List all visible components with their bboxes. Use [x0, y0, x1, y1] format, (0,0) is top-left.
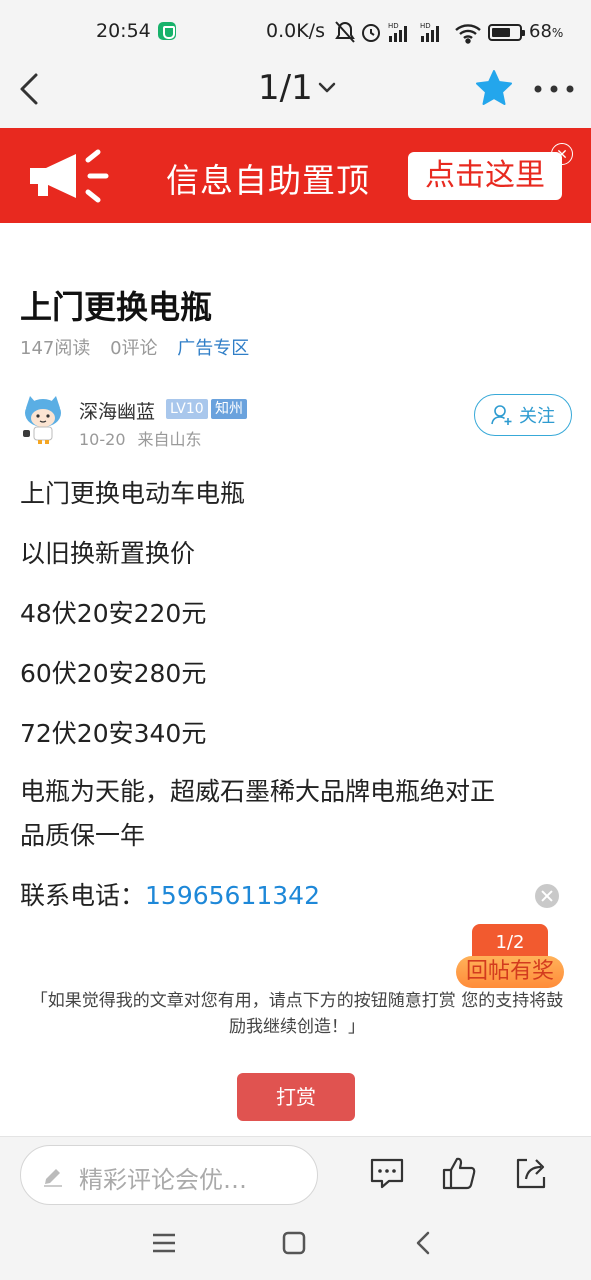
battery-fill: [492, 28, 510, 37]
wifi-icon: [455, 24, 481, 44]
top-bar: 1/1: [0, 50, 591, 128]
status-time: 20:54: [96, 20, 151, 42]
share-icon[interactable]: [513, 1155, 549, 1191]
body-line: 品质保一年: [20, 821, 146, 850]
ad-click-button[interactable]: 点击这里: [408, 152, 562, 200]
comment-bar: 精彩评论会优…: [0, 1136, 591, 1210]
status-bar: 20:54 0.0K/s HD HD 68%: [0, 0, 591, 50]
level-badge: LV10: [166, 399, 208, 419]
comment-placeholder: 精彩评论会优…: [79, 1166, 247, 1194]
phone-link[interactable]: 15965611342: [145, 881, 320, 910]
pencil-icon: [44, 1169, 62, 1187]
reply-reward-float[interactable]: 1/2 回帖有奖: [456, 924, 564, 988]
thumbs-up-icon[interactable]: [441, 1155, 477, 1191]
comment-input[interactable]: 精彩评论会优…: [20, 1145, 318, 1205]
menu-icon[interactable]: [149, 1228, 179, 1258]
comment-icon[interactable]: [369, 1155, 405, 1191]
follow-label: 关注: [519, 406, 555, 427]
megaphone-icon: [30, 149, 109, 203]
network-speed: 0.0K/s: [266, 20, 325, 42]
contact-label: 联系电话：: [20, 881, 146, 910]
body-line: 上门更换电动车电瓶: [20, 479, 246, 508]
back-icon[interactable]: [409, 1228, 439, 1258]
reward-float-page: 1/2: [472, 924, 548, 960]
body-line: 72伏20安340元: [20, 719, 207, 748]
post-date: 10-20: [79, 430, 126, 449]
add-user-icon: [491, 405, 512, 425]
close-icon[interactable]: [551, 143, 573, 165]
page-indicator[interactable]: 1/1: [258, 68, 337, 108]
author-meta: 10-20 来自山东: [79, 426, 214, 450]
avatar[interactable]: [20, 394, 66, 444]
battery-icon: [488, 24, 525, 41]
page-indicator-label: 1/1: [258, 68, 313, 108]
svg-text:HD: HD: [420, 22, 431, 30]
chevron-left-icon[interactable]: [14, 70, 46, 108]
svg-text:HD: HD: [388, 22, 399, 30]
hd-signal-icon: HD: [388, 22, 407, 42]
category-link[interactable]: 广告专区: [177, 338, 249, 359]
ad-text: 信息自助置顶: [166, 161, 370, 200]
reward-float-label: 回帖有奖: [456, 956, 564, 988]
alarm-icon: [362, 24, 380, 42]
tip-button[interactable]: 打赏: [237, 1073, 355, 1121]
body-line: 以旧换新置换价: [20, 539, 196, 568]
close-icon[interactable]: [535, 884, 559, 908]
contact-line: 联系电话：15965611342: [20, 876, 320, 912]
body-line: 电瓶为天能，超威石墨稀大品牌电瓶绝对正: [20, 777, 496, 806]
reward-tip: 「如果觉得我的文章对您有用，请点下方的按钮随意打赏 您的支持将鼓励我继续创造！」: [30, 991, 564, 1037]
mute-bell-icon: [335, 21, 355, 43]
shield-app-icon: [158, 22, 176, 40]
body-line: 48伏20安220元: [20, 599, 207, 628]
system-nav-bar: [0, 1210, 591, 1280]
read-count: 147阅读: [20, 338, 91, 359]
hd-signal-icon: HD: [420, 22, 439, 42]
follow-button[interactable]: 关注: [474, 394, 572, 436]
author-name[interactable]: 深海幽蓝: [79, 397, 155, 424]
battery-percent-unit: %: [551, 26, 564, 40]
post-origin: 来自山东: [137, 430, 202, 449]
ad-banner[interactable]: 信息自助置顶 点击这里: [0, 128, 591, 223]
chevron-down-icon: [318, 82, 335, 93]
battery-percent-value: 68: [529, 21, 552, 42]
battery-percent: 68%: [529, 21, 563, 42]
status-icons: HD HD: [335, 21, 481, 44]
comment-count: 0评论: [110, 338, 158, 359]
article-meta: 147阅读 0评论 广告专区: [20, 334, 263, 360]
star-icon[interactable]: [474, 68, 514, 108]
body-line: 60伏20安280元: [20, 659, 207, 688]
home-icon[interactable]: [279, 1228, 309, 1258]
location-badge: 知州: [211, 399, 247, 419]
article-title: 上门更换电瓶: [20, 288, 213, 326]
ellipsis-icon[interactable]: [532, 74, 576, 104]
